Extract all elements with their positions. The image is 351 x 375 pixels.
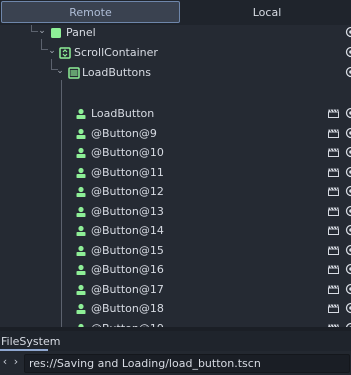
scene-tree[interactable]: ⌄ Panel ⌄ ScrollContainer ⌄ LoadButtons … <box>0 25 351 327</box>
tree-row-button[interactable]: @Button@18 <box>0 299 351 319</box>
button-node-icon <box>76 108 86 119</box>
scroll-container-icon <box>59 47 71 59</box>
tree-row-loadbuttons[interactable]: ⌄ LoadButtons <box>0 59 351 83</box>
visibility-eye-icon[interactable] <box>345 127 351 139</box>
clapperboard-icon[interactable] <box>328 148 339 157</box>
visibility-eye-icon[interactable] <box>345 107 351 119</box>
clapperboard-icon[interactable] <box>328 246 339 255</box>
tree-row-button[interactable]: @Button@17 <box>0 280 351 300</box>
clapperboard-icon[interactable] <box>328 109 339 118</box>
visibility-eye-icon[interactable] <box>345 146 351 158</box>
button-node-icon <box>76 303 86 314</box>
filesystem-path-bar: ‹ › res://Saving and Loading/load_button… <box>0 351 351 375</box>
chevron-right-icon[interactable]: › <box>12 356 20 368</box>
chevron-down-icon[interactable]: ⌄ <box>55 65 65 77</box>
chevron-down-icon[interactable]: ⌄ <box>37 25 47 37</box>
visibility-eye-icon[interactable] <box>345 224 351 236</box>
tree-row-button[interactable]: @Button@11 <box>0 163 351 183</box>
button-node-icon <box>76 245 86 256</box>
tree-node-label: @Button@13 <box>91 205 164 218</box>
visibility-eye-icon[interactable] <box>345 185 351 197</box>
tree-node-label: @Button@12 <box>91 185 164 198</box>
visibility-eye-icon[interactable] <box>345 66 351 78</box>
tree-row-button[interactable]: @Button@16 <box>0 260 351 280</box>
button-node-icon <box>76 128 86 139</box>
clapperboard-icon[interactable] <box>328 285 339 294</box>
visibility-eye-icon[interactable] <box>345 283 351 295</box>
button-node-icon <box>76 284 86 295</box>
visibility-eye-icon[interactable] <box>345 166 351 178</box>
tab-remote[interactable]: Remote <box>1 1 180 23</box>
button-node-icon <box>76 147 86 158</box>
clapperboard-icon[interactable] <box>328 304 339 313</box>
button-node-icon <box>76 167 86 178</box>
tree-node-label: @Button@16 <box>91 263 164 276</box>
tree-row-button[interactable]: @Button@15 <box>0 241 351 261</box>
tree-node-label: ScrollContainer <box>74 46 158 59</box>
tree-node-label: LoadButton <box>91 107 155 120</box>
tree-node-label: @Button@18 <box>91 302 164 315</box>
button-node-icon <box>76 206 86 217</box>
tab-local[interactable]: Local <box>183 1 351 23</box>
tree-node-label: LoadButtons <box>82 66 151 79</box>
visibility-eye-icon[interactable] <box>345 46 351 58</box>
chevron-down-icon[interactable]: ⌄ <box>47 45 57 57</box>
path-field[interactable]: res://Saving and Loading/load_button.tsc… <box>24 354 350 373</box>
tree-row-panel[interactable]: ⌄ Panel <box>0 25 351 43</box>
scene-tabs: Remote Local <box>0 0 351 25</box>
clapperboard-icon[interactable] <box>328 207 339 216</box>
tree-row-button[interactable]: @Button@13 <box>0 202 351 222</box>
filesystem-title: FileSystem <box>1 335 61 348</box>
chevron-left-icon[interactable]: ‹ <box>1 356 9 368</box>
visibility-eye-icon[interactable] <box>345 26 351 38</box>
tree-row-button[interactable]: @Button@9 <box>0 124 351 144</box>
clapperboard-icon[interactable] <box>328 265 339 274</box>
filesystem-header: FileSystem <box>0 331 351 351</box>
tree-row-button[interactable]: @Button@19 <box>0 319 351 327</box>
panel-node-icon <box>51 28 61 38</box>
button-node-icon <box>76 264 86 275</box>
button-node-icon <box>76 186 86 197</box>
tree-node-label: @Button@14 <box>91 224 164 237</box>
tree-row-button[interactable]: LoadButton <box>0 104 351 124</box>
vbox-container-icon <box>68 67 80 79</box>
button-node-icon <box>76 225 86 236</box>
clapperboard-icon[interactable] <box>328 187 339 196</box>
tree-node-label: @Button@9 <box>91 127 157 140</box>
clapperboard-icon[interactable] <box>328 226 339 235</box>
tree-row-button[interactable]: @Button@10 <box>0 143 351 163</box>
visibility-eye-icon[interactable] <box>345 263 351 275</box>
tree-row-button[interactable]: @Button@12 <box>0 182 351 202</box>
clapperboard-icon[interactable] <box>328 168 339 177</box>
clapperboard-icon[interactable] <box>328 129 339 138</box>
visibility-eye-icon[interactable] <box>345 244 351 256</box>
tree-node-label: @Button@15 <box>91 244 164 257</box>
visibility-eye-icon[interactable] <box>345 302 351 314</box>
tree-row-button[interactable]: @Button@14 <box>0 221 351 241</box>
remote-scene-dock: Remote Local ⌄ Panel ⌄ ScrollContainer ⌄… <box>0 0 351 375</box>
tree-node-label: @Button@17 <box>91 283 164 296</box>
tree-node-label: @Button@10 <box>91 146 164 159</box>
visibility-eye-icon[interactable] <box>345 205 351 217</box>
tree-node-label: Panel <box>66 26 96 39</box>
tree-node-label: @Button@11 <box>91 166 164 179</box>
